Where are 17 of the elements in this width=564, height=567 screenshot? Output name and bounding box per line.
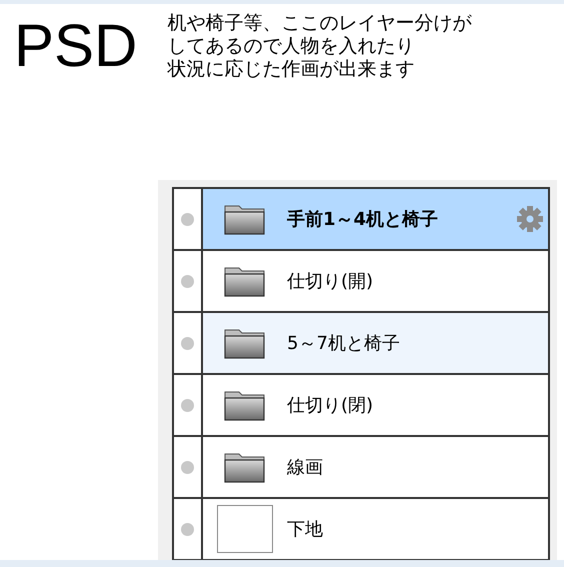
folder-icon — [224, 451, 266, 483]
folder-icon — [224, 327, 266, 359]
layer-name: 仕切り(閉) — [287, 394, 374, 418]
description: 机や椅子等、ここのレイヤー分けが してあるので人物を入れたり 状況に応じた作画が出来ます — [167, 12, 472, 81]
layer-name: 下地 — [287, 518, 323, 542]
layer-name: 線画 — [287, 456, 323, 480]
folder-icon — [224, 203, 266, 235]
layer-row[interactable]: 手前1～4机と椅子 — [203, 189, 548, 249]
settings-icon[interactable] — [516, 205, 544, 233]
folder-icon — [224, 389, 266, 421]
folder-icon — [224, 265, 266, 297]
layer-thumbnail — [217, 505, 273, 553]
layer-name: 5～7机と椅子 — [287, 332, 400, 356]
layer-name: 仕切り(開) — [287, 270, 374, 294]
layer-row[interactable]: 5～7机と椅子 — [203, 313, 548, 373]
heading: PSD — [14, 16, 138, 76]
layer-name: 手前1～4机と椅子 — [287, 208, 438, 232]
